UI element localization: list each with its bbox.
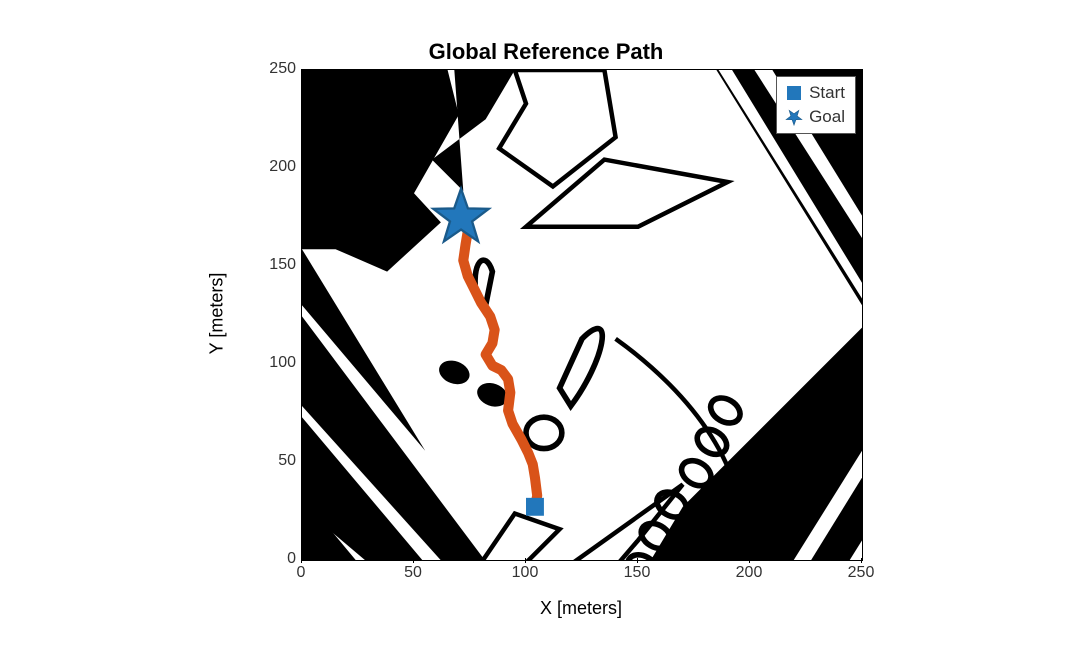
square-icon: [785, 86, 803, 100]
x-tick-label: 50: [404, 564, 422, 582]
y-tick-label: 100: [269, 354, 296, 372]
legend: Start Goal: [776, 76, 856, 134]
goal-marker: [433, 188, 488, 241]
x-tick-label: 200: [736, 564, 763, 582]
legend-entry-goal: Goal: [785, 105, 845, 129]
figure: Global Reference Path: [196, 39, 896, 619]
y-tick-label: 250: [269, 60, 296, 78]
start-marker: [526, 497, 544, 515]
legend-label: Goal: [809, 107, 845, 127]
y-axis-label: Y [meters]: [204, 69, 229, 559]
legend-entry-start: Start: [785, 81, 845, 105]
legend-label: Start: [809, 83, 845, 103]
x-tick-label: 100: [512, 564, 539, 582]
reference-path-line: [461, 217, 537, 506]
chart-title: Global Reference Path: [196, 39, 896, 65]
y-tick-label: 150: [269, 256, 296, 274]
y-tick-label: 0: [287, 550, 296, 568]
x-tick-label: 0: [297, 564, 306, 582]
y-tick-label: 50: [278, 452, 296, 470]
axes: Start Goal: [301, 69, 863, 561]
path-overlay: [302, 70, 862, 561]
x-tick-label: 150: [624, 564, 651, 582]
x-axis-label: X [meters]: [301, 598, 861, 619]
x-tick-label: 250: [848, 564, 875, 582]
star-icon: [785, 107, 803, 127]
y-tick-label: 200: [269, 158, 296, 176]
